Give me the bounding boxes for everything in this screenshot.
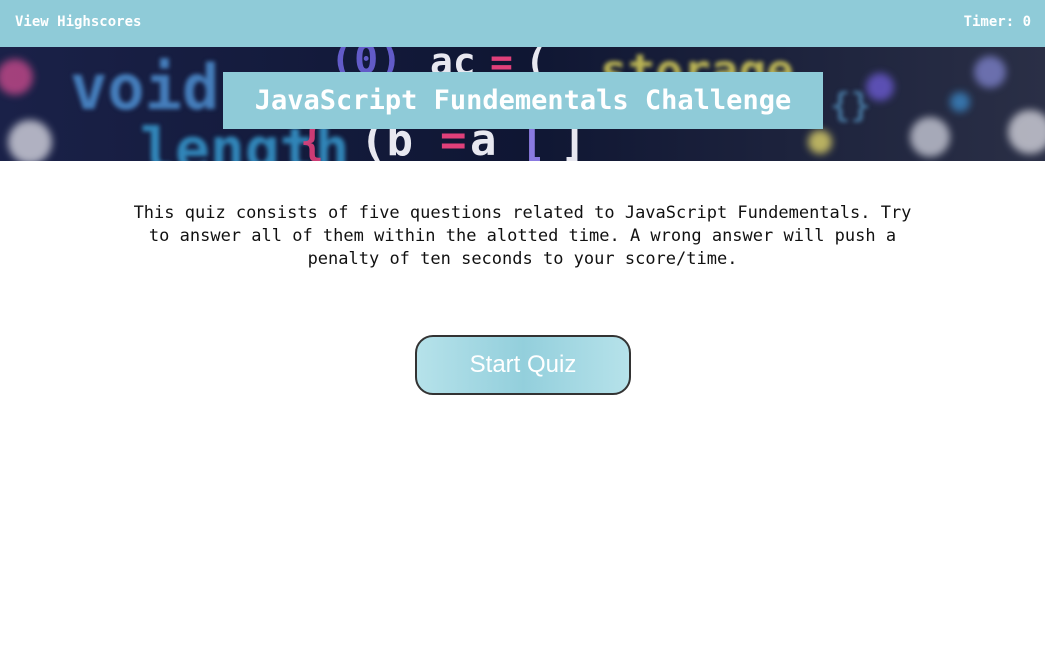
top-bar: View Highscores Timer: 0 bbox=[0, 0, 1045, 47]
view-highscores-link[interactable]: View Highscores bbox=[15, 14, 141, 30]
quiz-description: This quiz consists of five questions rel… bbox=[133, 203, 912, 269]
svg-text:void: void bbox=[70, 51, 219, 124]
svg-text:{}: {} bbox=[830, 86, 871, 126]
timer-display: Timer: 0 bbox=[963, 14, 1031, 30]
start-quiz-button[interactable]: Start Quiz bbox=[415, 335, 631, 395]
page-title: JavaScript Fundementals Challenge bbox=[223, 72, 823, 129]
